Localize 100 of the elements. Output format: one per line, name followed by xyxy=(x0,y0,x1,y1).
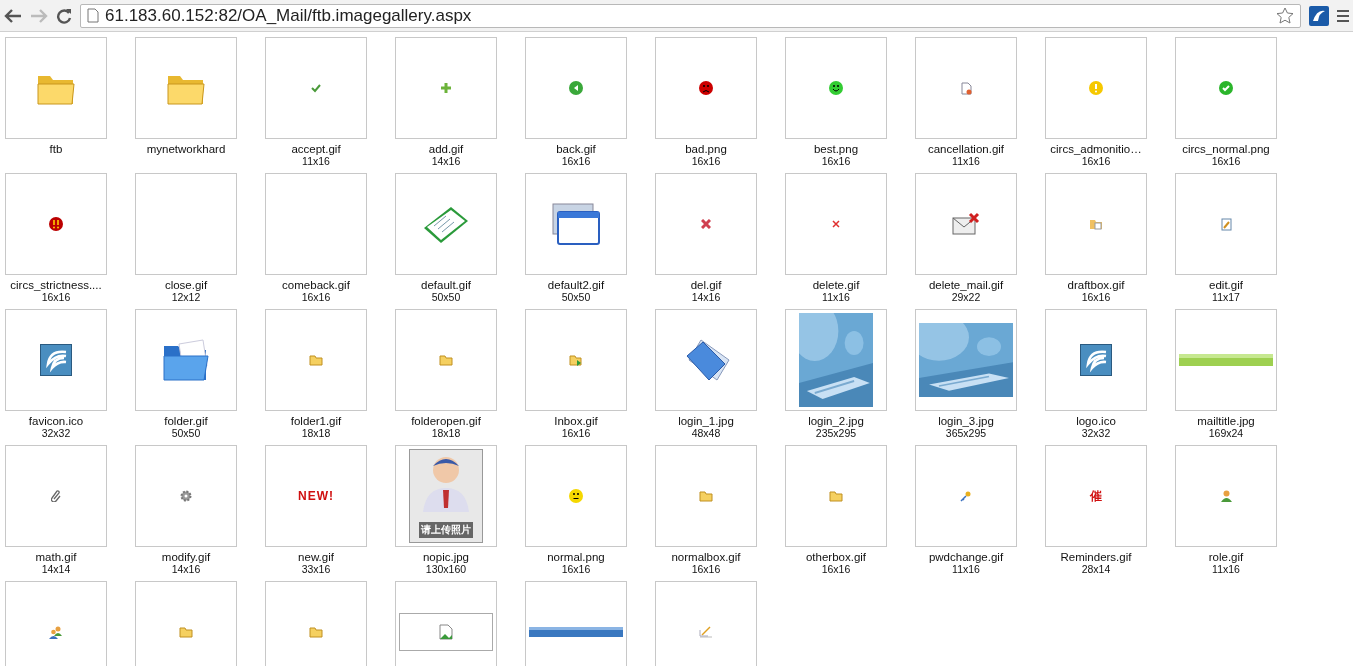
thumbnail-frame[interactable] xyxy=(655,445,757,547)
key-icon xyxy=(960,490,972,502)
thumbnail-frame[interactable]: 催 xyxy=(1045,445,1147,547)
thumbnail-frame[interactable] xyxy=(525,309,627,411)
folder-icon xyxy=(439,354,453,366)
image-size: 11x16 xyxy=(822,291,850,303)
check-icon xyxy=(311,83,321,93)
file-name: login_2.jpg xyxy=(808,415,864,427)
thumbnail-frame[interactable] xyxy=(395,309,497,411)
folder-icon xyxy=(161,338,211,382)
thumbnail-frame[interactable] xyxy=(135,173,237,275)
file-name: folder.gif xyxy=(164,415,208,427)
thumbnail-frame[interactable] xyxy=(915,173,1017,275)
gear-icon xyxy=(180,490,192,502)
image-size: 11x16 xyxy=(302,155,330,167)
thumbnail-frame[interactable] xyxy=(5,173,107,275)
folder-icon xyxy=(309,626,323,638)
thumbnail-frame[interactable] xyxy=(785,445,887,547)
image-size: 12x12 xyxy=(171,291,201,303)
page-icon xyxy=(87,8,99,23)
file-name: delete.gif xyxy=(812,279,860,291)
thumbnail-frame[interactable] xyxy=(265,581,367,666)
thumbnail-frame[interactable] xyxy=(655,173,757,275)
file-name: mailtitle.jpg xyxy=(1197,415,1255,427)
thumbnail-frame[interactable] xyxy=(915,37,1017,139)
thumbnail-frame[interactable] xyxy=(525,445,627,547)
thumbnail-frame[interactable] xyxy=(395,581,497,666)
image-size: 32x32 xyxy=(1081,427,1111,439)
thumbnail-frame[interactable] xyxy=(525,173,627,275)
thumbnail-frame[interactable] xyxy=(525,37,627,139)
forward-icon[interactable] xyxy=(30,7,48,24)
thumbnail-frame[interactable] xyxy=(395,173,497,275)
file-name: accept.gif xyxy=(291,143,341,155)
reload-icon[interactable] xyxy=(56,7,72,24)
thumbnail-frame[interactable]: 请上传照片 xyxy=(395,445,497,547)
file-name: favicon.ico xyxy=(28,415,84,427)
file-name: nopic.jpg xyxy=(422,551,469,563)
thumbnail-frame[interactable] xyxy=(135,37,237,139)
thumbnail-frame[interactable] xyxy=(265,173,367,275)
thumbnail-frame[interactable] xyxy=(5,445,107,547)
thumbnail-frame[interactable] xyxy=(5,309,107,411)
inbox-icon xyxy=(569,354,583,366)
folder-icon xyxy=(1089,218,1103,230)
thumbnail-frame[interactable] xyxy=(915,309,1017,411)
thumbnail-frame[interactable] xyxy=(5,37,107,139)
file-name: best.png xyxy=(813,143,859,155)
thumbnail-frame[interactable] xyxy=(785,173,887,275)
image-size: 14x16 xyxy=(691,291,721,303)
thumbnail-frame[interactable] xyxy=(785,309,887,411)
menu-icon[interactable] xyxy=(1337,8,1349,23)
thumbnail-frame[interactable] xyxy=(1175,37,1277,139)
file-name: logo.ico xyxy=(1076,415,1116,427)
folder-icon xyxy=(309,354,323,366)
file-name: draftbox.gif xyxy=(1067,279,1125,291)
address-bar[interactable]: 61.183.60.152:82/OA_Mail/ftb.imagegallery.aspx xyxy=(80,3,1301,28)
file-name: normalbox.gif xyxy=(671,551,741,563)
image-size: 16x16 xyxy=(561,155,591,167)
alert-icon xyxy=(49,217,63,231)
image-size: 11x17 xyxy=(1212,291,1240,303)
star-icon[interactable] xyxy=(1276,7,1294,24)
thumbnail-frame[interactable] xyxy=(785,37,887,139)
thumbnail-frame[interactable] xyxy=(1175,309,1277,411)
thumbnail-frame[interactable]: NEW! xyxy=(265,445,367,547)
image-size: 33x16 xyxy=(301,563,331,575)
thumbnail-frame[interactable] xyxy=(655,581,757,666)
thumbnail-frame[interactable] xyxy=(655,309,757,411)
thumbnail-frame[interactable] xyxy=(265,309,367,411)
thumbnail-frame[interactable] xyxy=(135,581,237,666)
back-icon[interactable] xyxy=(4,7,22,24)
file-name: edit.gif xyxy=(1209,279,1243,291)
file-name: folder1.gif xyxy=(290,415,342,427)
check-circle-icon xyxy=(1219,81,1233,95)
image-size: 14x16 xyxy=(431,155,461,167)
thumbnail-frame[interactable] xyxy=(915,445,1017,547)
file-name: ftb xyxy=(49,143,63,155)
thumbnail-frame[interactable] xyxy=(1175,445,1277,547)
thumbnail-frame[interactable] xyxy=(135,309,237,411)
image-size: 32x32 xyxy=(41,427,71,439)
thumbnail-frame[interactable] xyxy=(135,445,237,547)
file-name: mynetworkhard xyxy=(146,143,226,155)
file-name: normal.png xyxy=(547,551,605,563)
thumbnail-frame[interactable] xyxy=(525,581,627,666)
app-logo-icon xyxy=(1080,344,1112,376)
thumbnail-frame[interactable] xyxy=(1045,309,1147,411)
extension-icon[interactable] xyxy=(1309,5,1329,26)
thumbnail-frame[interactable] xyxy=(1175,173,1277,275)
image-size: 16x16 xyxy=(1081,155,1111,167)
banner-icon xyxy=(1179,354,1273,366)
app-logo-icon xyxy=(40,344,72,376)
file-name: cancellation.gif xyxy=(927,143,1005,155)
file-name: math.gif xyxy=(35,551,77,563)
thumbnail-frame[interactable] xyxy=(1045,173,1147,275)
thumbnail-frame[interactable] xyxy=(5,581,107,666)
thumbnail-frame[interactable] xyxy=(1045,37,1147,139)
thumbnail-frame[interactable] xyxy=(395,37,497,139)
image-size: 16x16 xyxy=(691,155,721,167)
image-size: 18x18 xyxy=(431,427,461,439)
thumbnail-frame[interactable] xyxy=(265,37,367,139)
thumbnail-frame[interactable] xyxy=(655,37,757,139)
file-name: default2.gif xyxy=(547,279,605,291)
